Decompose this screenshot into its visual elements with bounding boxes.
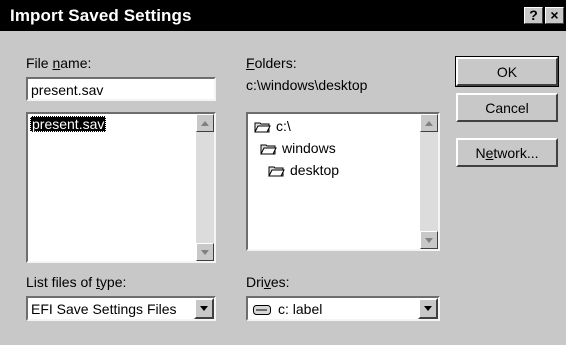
folder-tree-scrollbar[interactable]	[420, 114, 438, 249]
open-folder-icon	[260, 144, 277, 155]
network-button-label: Network...	[475, 145, 539, 161]
help-button[interactable]: ?	[524, 7, 543, 24]
folders-label: Folders:	[246, 55, 297, 71]
file-list-scrollbar[interactable]	[196, 114, 214, 261]
file-type-label: List files of type:	[26, 274, 127, 290]
file-name-label: File name:	[26, 55, 92, 71]
title-bar[interactable]: Import Saved Settings ? ×	[0, 0, 566, 31]
help-icon: ?	[529, 7, 538, 23]
cancel-button[interactable]: Cancel	[456, 93, 558, 122]
file-name-field[interactable]: present.sav	[26, 77, 216, 101]
chevron-down-icon	[200, 306, 208, 311]
close-button[interactable]: ×	[545, 7, 564, 24]
current-folder-path: c:\windows\desktop	[246, 77, 368, 93]
drives-dropdown-button[interactable]	[418, 298, 438, 319]
import-settings-dialog: Import Saved Settings ? × File name: pre…	[0, 0, 566, 345]
file-type-dropdown-button[interactable]	[194, 298, 214, 319]
file-type-select[interactable]: EFI Save Settings Files	[26, 296, 216, 321]
scroll-down-icon	[425, 238, 433, 243]
folder-tree[interactable]: c:\ windows desktop	[246, 112, 440, 251]
folder-item-windows[interactable]: windows	[260, 140, 336, 156]
folder-item-desktop[interactable]: desktop	[268, 162, 339, 178]
open-folder-icon	[268, 166, 285, 177]
scroll-up-icon	[425, 121, 433, 126]
file-type-value: EFI Save Settings Files	[31, 301, 177, 317]
file-list[interactable]: present.sav	[26, 112, 216, 263]
ok-button-frame[interactable]: OK	[455, 56, 559, 87]
scroll-down-icon	[201, 250, 209, 255]
folder-scroll-down-button[interactable]	[420, 231, 438, 249]
drives-select[interactable]: c: label	[246, 296, 440, 321]
hard-drive-icon	[253, 305, 271, 315]
file-scroll-up-button[interactable]	[196, 114, 214, 132]
open-folder-icon	[254, 122, 271, 133]
ok-button-label: OK	[496, 64, 518, 80]
network-button[interactable]: Network...	[456, 138, 558, 167]
scroll-up-icon	[201, 121, 209, 126]
close-icon: ×	[550, 7, 559, 23]
drives-label: Drives:	[246, 274, 290, 290]
chevron-down-icon	[424, 306, 432, 311]
file-scroll-down-button[interactable]	[196, 243, 214, 261]
file-name-value: present.sav	[31, 82, 104, 98]
cancel-button-label: Cancel	[485, 100, 529, 116]
file-list-item[interactable]: present.sav	[30, 116, 107, 132]
drives-value: c: label	[278, 301, 323, 317]
ok-button[interactable]: OK	[456, 57, 558, 86]
folder-scroll-up-button[interactable]	[420, 114, 438, 132]
dialog-title: Import Saved Settings	[10, 6, 192, 25]
folder-item-root[interactable]: c:\	[254, 118, 291, 134]
